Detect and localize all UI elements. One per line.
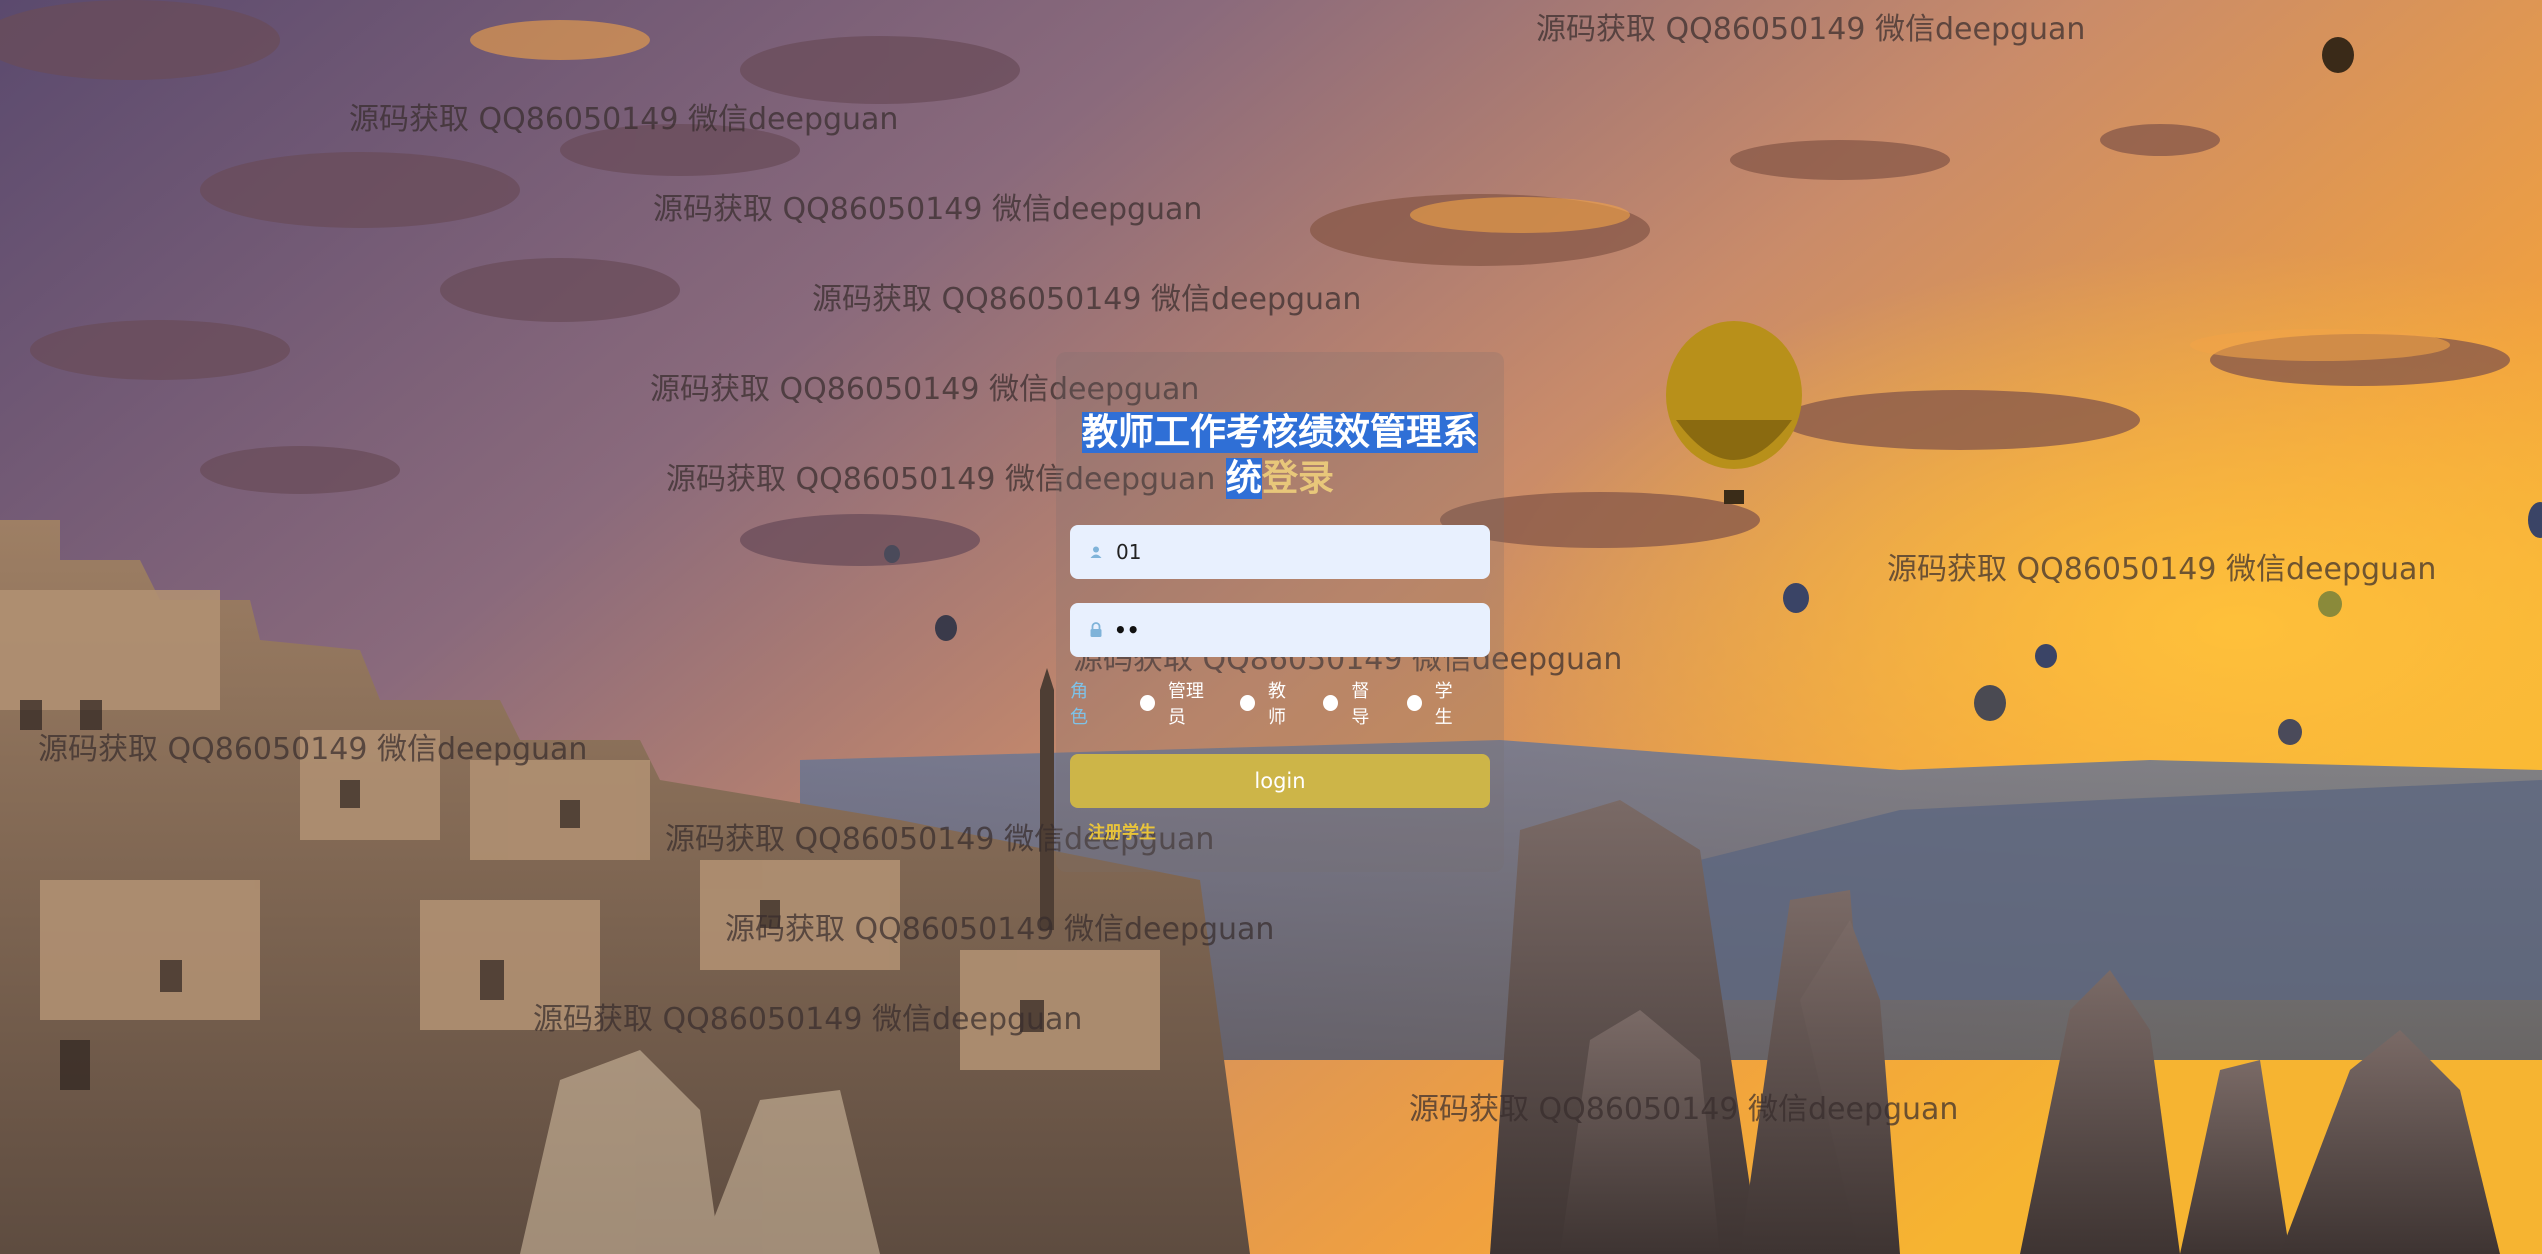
password-input[interactable]: •• bbox=[1114, 603, 1140, 657]
login-button[interactable]: login bbox=[1070, 754, 1490, 808]
role-option-student[interactable]: 学生 bbox=[1406, 677, 1468, 729]
title-suffix: 登录 bbox=[1262, 458, 1335, 499]
user-icon bbox=[1084, 540, 1108, 564]
register-student-link[interactable]: 注册学生 bbox=[1088, 818, 1156, 843]
password-field[interactable]: •• bbox=[1070, 603, 1490, 657]
title-selected-line1: 教师工作考核绩效管理系 bbox=[1081, 412, 1478, 453]
radio-button[interactable] bbox=[1139, 695, 1155, 711]
role-selector: 角色 管理员 教师 督导 学生 bbox=[1070, 681, 1490, 728]
title-selected-line2: 统 bbox=[1225, 458, 1262, 499]
lock-icon bbox=[1084, 618, 1108, 642]
radio-button[interactable] bbox=[1240, 695, 1256, 711]
page-title: 教师工作考核绩效管理系 统登录 bbox=[1070, 410, 1490, 502]
role-option-teacher[interactable]: 教师 bbox=[1240, 677, 1301, 729]
role-option-label: 学生 bbox=[1434, 681, 1453, 728]
radio-button[interactable] bbox=[1406, 695, 1422, 711]
role-option-label: 管理员 bbox=[1167, 681, 1204, 728]
username-field[interactable] bbox=[1070, 524, 1490, 580]
role-option-supervisor[interactable]: 督导 bbox=[1323, 677, 1384, 729]
role-option-admin[interactable]: 管理员 bbox=[1139, 677, 1218, 729]
role-option-label: 教师 bbox=[1268, 681, 1287, 728]
radio-button[interactable] bbox=[1323, 695, 1339, 711]
username-input[interactable] bbox=[1114, 524, 1490, 580]
role-label: 角色 bbox=[1070, 681, 1088, 728]
role-option-label: 督导 bbox=[1351, 681, 1370, 728]
